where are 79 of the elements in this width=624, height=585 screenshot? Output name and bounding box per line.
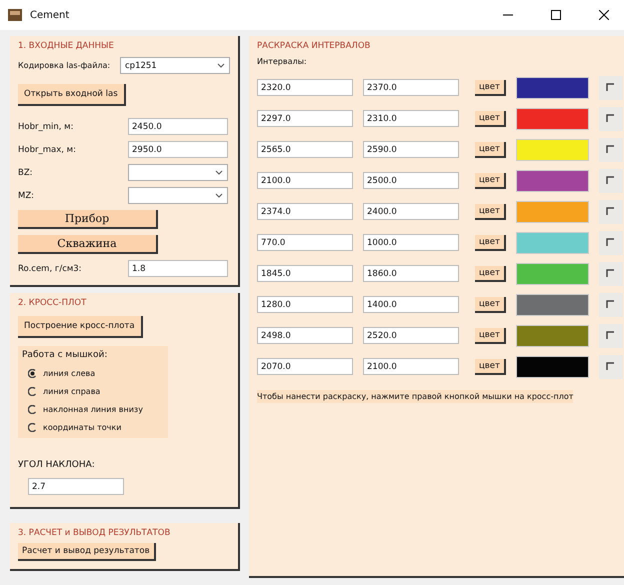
dropdown-field[interactable] [128,187,228,204]
interval-from-field[interactable]: 2070.0 [257,358,353,375]
interval-from-field[interactable]: 770.0 [257,234,353,251]
dropdown-field[interactable] [128,164,228,181]
input-field[interactable]: 1.8 [128,260,228,277]
radio-label[interactable]: линия справа [43,387,100,396]
checkbox[interactable] [606,300,616,309]
group-label: Работа с мышкой: [22,350,108,360]
close-icon [599,10,609,20]
action-button[interactable]: Прибор [18,210,158,229]
section-title: РАСКРАСКА ИНТЕРВАЛОВ [257,41,372,51]
interval-to-field[interactable]: 2310.0 [363,110,459,127]
intervals-label: Интервалы: [257,57,308,66]
build-crossplot-button[interactable]: Построение кросс-плота [18,316,143,338]
checkbox[interactable] [606,176,616,185]
checkbox[interactable] [606,207,616,216]
checkbox[interactable] [606,114,616,123]
radio-label[interactable]: линия слева [43,369,96,378]
field-label: Hobr_max, м: [18,144,77,154]
color-button[interactable]: цвет [475,204,506,220]
interval-to-field[interactable]: 1400.0 [363,296,459,313]
checkbox[interactable] [606,331,616,340]
color-button[interactable]: цвет [475,80,506,96]
interval-to-field[interactable]: 2370.0 [363,79,459,96]
hint-text: Чтобы нанести раскраску, нажмите правой кнопкой мышки на кросс-плот [257,390,574,403]
checkbox[interactable] [606,83,616,92]
field-label: MZ: [18,190,36,200]
interval-from-field[interactable]: 2297.0 [257,110,353,127]
color-button[interactable]: цвет [475,110,506,126]
interval-to-field[interactable]: 1860.0 [363,265,459,282]
angle-input-field[interactable]: 2.7 [28,478,124,495]
field-label: Ro.cem, г/см3: [18,264,83,274]
interval-to-field[interactable]: 1000.0 [363,234,459,251]
field-label: УГОЛ НАКЛОНА: [18,460,96,470]
checkbox[interactable] [606,145,616,154]
interval-from-field[interactable]: 2565.0 [257,141,353,158]
input-field[interactable]: 2950.0 [128,141,228,158]
section-title: 3. РАСЧЕТ и ВЫВОД РЕЗУЛЬТАТОВ [18,528,172,538]
field-label: BZ: [18,168,34,178]
field-label: Hobr_min, м: [18,122,74,132]
checkbox[interactable] [606,269,616,278]
radio-button[interactable] [28,423,37,432]
color-button[interactable]: цвет [475,358,506,374]
color-button[interactable]: цвет [475,328,506,344]
section-title: 1. ВХОДНЫЕ ДАННЫЕ [18,41,115,51]
interval-from-field[interactable]: 1845.0 [257,265,353,282]
radio-label[interactable]: наклонная линия внизу [43,405,143,414]
window-title: Cement [30,10,70,20]
interval-to-field[interactable]: 2400.0 [363,203,459,220]
checkbox[interactable] [606,238,616,247]
interval-from-field[interactable]: 2100.0 [257,172,353,189]
radio-button[interactable] [28,387,37,396]
interval-to-field[interactable]: 2500.0 [363,172,459,189]
color-button[interactable]: цвет [475,266,506,282]
interval-from-field[interactable]: 2320.0 [257,79,353,96]
checkbox[interactable] [606,362,616,371]
action-button[interactable]: Скважина [18,235,158,254]
input-field[interactable]: 2450.0 [128,118,228,135]
results-button[interactable]: Расчет и вывод результатов [18,543,156,561]
color-button[interactable]: цвет [475,172,506,188]
radio-button[interactable] [28,405,37,414]
color-button[interactable]: цвет [475,234,506,250]
field-label: Кодировка las-файла: [18,61,112,70]
encoding-dropdown[interactable]: cp1251 [120,57,230,74]
maximize-icon [551,10,561,20]
color-button[interactable]: цвет [475,142,506,158]
interval-from-field[interactable]: 2374.0 [257,203,353,220]
app-icon [8,9,22,21]
interval-to-field[interactable]: 2590.0 [363,141,459,158]
minimize-icon [503,14,513,16]
open-file-button[interactable]: Открыть входной las [18,84,126,106]
radio-label[interactable]: координаты точки [43,423,122,432]
section-title: 2. КРОСС-ПЛОТ [18,298,88,308]
color-button[interactable]: цвет [475,296,506,312]
interval-from-field[interactable]: 1280.0 [257,296,353,313]
interval-to-field[interactable]: 2100.0 [363,358,459,375]
interval-to-field[interactable]: 2520.0 [363,327,459,344]
interval-from-field[interactable]: 2498.0 [257,327,353,344]
radio-button[interactable] [28,369,37,378]
